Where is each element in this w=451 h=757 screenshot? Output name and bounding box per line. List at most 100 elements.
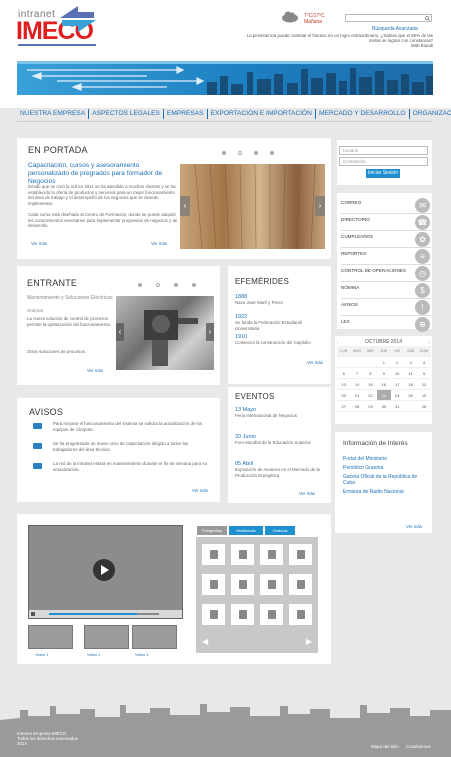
nav-item-empresas[interactable]: EMPRESAS: [164, 109, 208, 119]
thumb-label[interactable]: Video 3: [135, 652, 149, 657]
calendar-day[interactable]: 30: [377, 401, 391, 412]
video-player[interactable]: [28, 525, 183, 619]
efemerides-more[interactable]: Ver más: [307, 360, 323, 365]
calendar-day[interactable]: 8: [363, 368, 378, 379]
gallery-photo[interactable]: [258, 542, 285, 567]
calendar-day[interactable]: 13: [337, 379, 351, 390]
calendar-day[interactable]: 5: [417, 368, 431, 379]
calendar-day[interactable]: 29: [363, 401, 378, 412]
info-link[interactable]: Periódico Granma: [343, 465, 427, 471]
calendar-day[interactable]: 26: [417, 401, 431, 412]
avisos-more[interactable]: Ver más: [192, 488, 208, 493]
chevron-left-icon[interactable]: ‹: [116, 323, 124, 341]
eventos-more[interactable]: Ver más: [299, 491, 315, 496]
entrante-more[interactable]: Ver más: [87, 368, 103, 373]
calendar-day[interactable]: 19: [417, 390, 431, 401]
calendar-day[interactable]: 23: [377, 390, 391, 401]
video-thumb[interactable]: [28, 625, 73, 649]
service-cumpleanos[interactable]: CUMPLEAÑOS ✿: [341, 231, 431, 248]
chevron-left-icon[interactable]: ◀: [202, 637, 208, 646]
nav-item-legal[interactable]: ASPECTOS LEGALES: [89, 109, 164, 119]
portada-more-right[interactable]: Ver más: [151, 241, 167, 246]
nav-item-exportacion[interactable]: EXPORTACIÓN E IMPORTACIÓN: [208, 109, 316, 119]
video-thumb[interactable]: [132, 625, 177, 649]
search-icon[interactable]: [425, 16, 430, 21]
calendar-day[interactable]: 16: [377, 379, 391, 390]
service-nomina[interactable]: NÓMINA $: [341, 282, 431, 299]
carousel-dot[interactable]: [270, 151, 274, 155]
calendar-day[interactable]: 11: [403, 368, 418, 379]
gallery-photo[interactable]: [229, 602, 256, 627]
video-progress[interactable]: [49, 613, 159, 615]
gallery-photo[interactable]: [258, 572, 285, 597]
calendar-day[interactable]: 15: [363, 379, 378, 390]
info-link[interactable]: Gaceta Oficial de la República de Cuba: [343, 474, 427, 486]
informacion-more[interactable]: Ver más: [406, 524, 422, 529]
carousel-dot[interactable]: [138, 283, 142, 287]
portada-headline[interactable]: Capacitación, cursos y asesoramiento per…: [28, 162, 173, 186]
calendar-day[interactable]: 28: [350, 401, 364, 412]
nav-item-empresa[interactable]: NUESTRA EMPRESA: [17, 109, 90, 119]
calendar-day[interactable]: 3: [403, 357, 418, 368]
aviso-item[interactable]: Se ha programado un nuevo ciclo de capac…: [33, 441, 218, 452]
calendar-day[interactable]: 25: [403, 390, 418, 401]
carousel-dot[interactable]: [174, 283, 178, 287]
tab-galerias[interactable]: Galerías: [265, 526, 295, 535]
thumb-label[interactable]: Video 2: [87, 652, 101, 657]
gallery-photo[interactable]: [287, 572, 314, 597]
calendar-day[interactable]: 1: [377, 357, 391, 368]
carousel-dot[interactable]: [222, 151, 226, 155]
calendar-day[interactable]: 4: [417, 357, 431, 368]
search-input[interactable]: [345, 14, 432, 22]
calendar-day[interactable]: 22: [363, 390, 378, 401]
chevron-right-icon[interactable]: ▶: [306, 637, 312, 646]
login-button[interactable]: Iniciar Sesión: [366, 169, 400, 178]
calendar-day[interactable]: 17: [390, 379, 404, 390]
username-field[interactable]: Usuario: [339, 146, 428, 155]
thumb-label[interactable]: Video 1: [35, 652, 49, 657]
nav-item-mercado[interactable]: MERCADO Y DESARROLLO: [316, 109, 410, 119]
service-lex[interactable]: LEX ⊕: [341, 316, 431, 333]
calendar-day[interactable]: 31: [390, 401, 404, 412]
nav-item-organizaciones[interactable]: ORGANIZACIONES: [410, 109, 451, 119]
calendar-day[interactable]: 9: [377, 368, 391, 379]
calendar-day[interactable]: 27: [337, 401, 351, 412]
gallery-photo[interactable]: [229, 542, 256, 567]
info-link[interactable]: Portal del Ministerio: [343, 456, 427, 462]
password-field[interactable]: Contraseña: [339, 157, 428, 166]
carousel-dot[interactable]: [238, 151, 242, 155]
service-correo[interactable]: CORREO ✉: [341, 197, 431, 214]
calendar-day[interactable]: 12: [417, 379, 431, 390]
calendar-day[interactable]: 10: [390, 368, 404, 379]
gallery-photo[interactable]: [229, 572, 256, 597]
tab-multimedia[interactable]: Multimedia: [229, 526, 263, 535]
service-avisos[interactable]: AVISOS!: [341, 299, 431, 316]
play-button[interactable]: [93, 559, 115, 581]
gallery-photo[interactable]: [258, 602, 285, 627]
service-control[interactable]: CONTROL DE OPERACIONES ◷: [341, 265, 431, 282]
aviso-item[interactable]: Para mejorar el funcionamiento del siste…: [33, 421, 218, 432]
service-directorio[interactable]: DIRECTORIO ☎: [341, 214, 431, 231]
gallery-photo[interactable]: [287, 602, 314, 627]
info-link[interactable]: Emisora de Radio Nacional: [343, 489, 427, 495]
advanced-search-link[interactable]: Búsqueda Avanzada: [372, 26, 418, 32]
chevron-left-icon[interactable]: ‹: [180, 196, 190, 216]
calendar-day[interactable]: 6: [337, 368, 351, 379]
carousel-dot[interactable]: [156, 283, 160, 287]
calendar-day[interactable]: 24: [390, 390, 404, 401]
entrante-item-title[interactable]: Mantenimiento y Soluciones Eléctricas: [27, 295, 113, 301]
calendar-day[interactable]: 7: [350, 368, 364, 379]
calendar-day[interactable]: 20: [337, 390, 351, 401]
calendar-day[interactable]: 2: [390, 357, 404, 368]
tab-fotografias[interactable]: Fotografías: [197, 526, 227, 535]
service-reportes[interactable]: REPORTES ≡: [341, 248, 431, 265]
chevron-right-icon[interactable]: ›: [315, 196, 325, 216]
calendar-day[interactable]: 21: [350, 390, 364, 401]
gallery-photo[interactable]: [200, 572, 227, 597]
gallery-photo[interactable]: [200, 602, 227, 627]
gallery-photo[interactable]: [200, 542, 227, 567]
sitemap-link[interactable]: Mapa del Sitio: [371, 744, 399, 749]
gallery-photo[interactable]: [287, 542, 314, 567]
carousel-dot[interactable]: [254, 151, 258, 155]
calendar-day[interactable]: 18: [403, 379, 418, 390]
